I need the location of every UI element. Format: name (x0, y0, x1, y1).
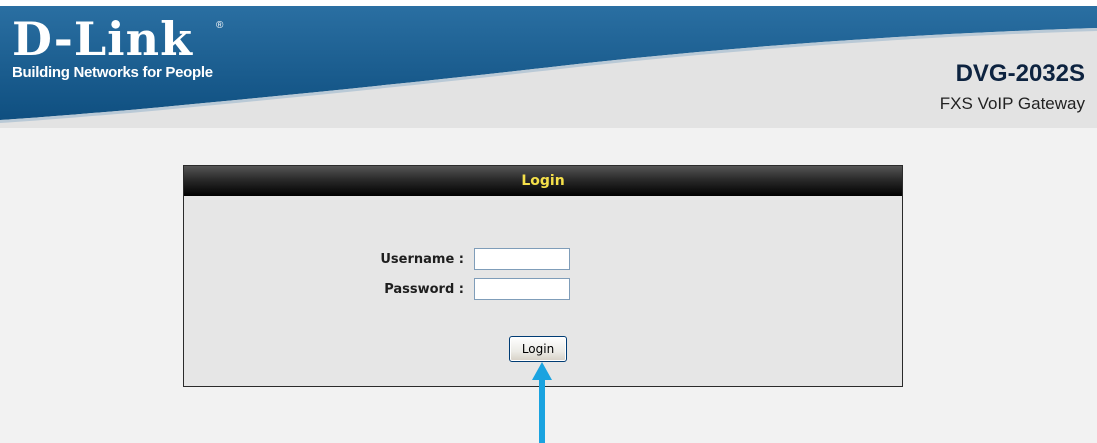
login-panel: Login Username : Password : Login (183, 165, 903, 387)
login-button[interactable]: Login (509, 336, 567, 362)
dlink-logo: D-Link ® Building Networks for People (12, 12, 223, 81)
model-name: DVG-2032S (955, 60, 1085, 87)
password-input[interactable] (474, 278, 570, 300)
password-row: Password : (184, 278, 902, 302)
model-description: FXS VoIP Gateway (939, 94, 1085, 113)
logo-tagline: Building Networks for People (12, 64, 213, 81)
logo-wordmark: D-Link (12, 12, 193, 66)
model-info: DVG-2032S FXS VoIP Gateway (940, 60, 1085, 117)
username-row: Username : (184, 248, 902, 272)
up-arrow-icon (532, 362, 552, 443)
header-banner: D-Link ® Building Networks for People DV… (0, 0, 1097, 128)
registered-mark: ® (216, 20, 224, 31)
username-input[interactable] (474, 248, 570, 270)
header-top-line (0, 0, 1097, 6)
username-label: Username : (380, 252, 464, 267)
password-label: Password : (384, 282, 464, 297)
login-title: Login (184, 166, 902, 196)
page: D-Link ® Building Networks for People DV… (0, 0, 1097, 443)
